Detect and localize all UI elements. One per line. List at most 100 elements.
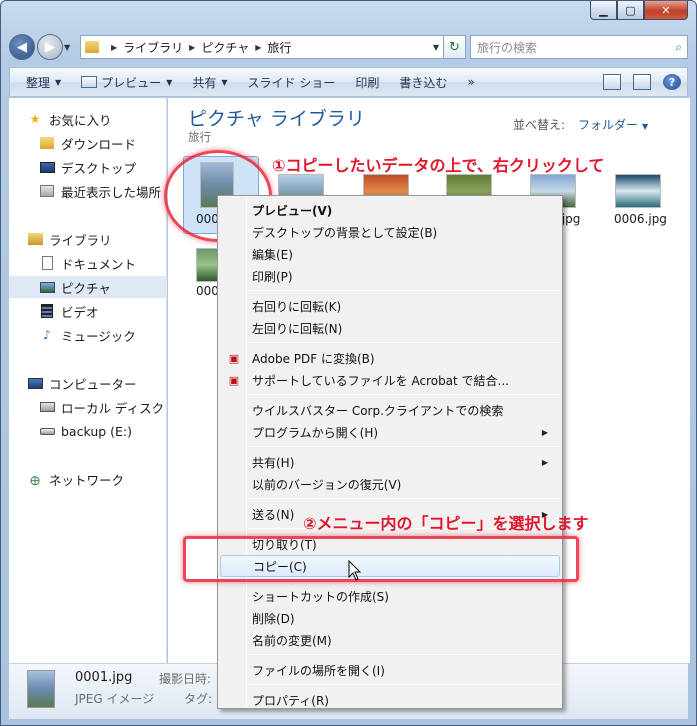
burn-button[interactable]: 書き込む xyxy=(389,68,457,96)
sidebar-item-pictures[interactable]: ピクチャ xyxy=(9,276,167,298)
maximize-button[interactable]: ▢ xyxy=(617,1,644,20)
menu-item-14[interactable]: 共有(H) ▶ xyxy=(220,451,560,473)
breadcrumb-travel[interactable]: 旅行 xyxy=(267,39,291,56)
slideshow-button[interactable]: スライド ショー xyxy=(238,68,346,96)
sidebar-item-libraries[interactable]: ライブラリ xyxy=(27,228,185,250)
caption-buttons: ▁ ▢ ✕ xyxy=(590,1,688,20)
breadcrumb: ▶ ライブラリ ▶ ピクチャ ▶ 旅行 xyxy=(105,39,291,56)
download-folder-icon xyxy=(39,136,55,150)
annotation-rectangle xyxy=(183,536,579,582)
close-button[interactable]: ✕ xyxy=(644,1,688,20)
photo-thumbnail[interactable] xyxy=(615,174,661,208)
command-bar: 整理 ▼ プレビュー ▼ 共有 ▼ スライド ショー 印刷 書き込む » ? xyxy=(9,67,688,97)
menu-item-label: 以前のバージョンの復元(V) xyxy=(252,477,402,492)
navigation-pane: ★ お気に入り ダウンロード デスクトップ 最近表示した場所 ライブラリ ドキュ… xyxy=(9,98,173,663)
arrange-by-label: 並べ替え: xyxy=(513,118,566,132)
recent-pages-dropdown[interactable]: ▼ xyxy=(64,43,76,52)
menu-item-2[interactable]: 編集(E) xyxy=(220,243,560,265)
arrange-by-dropdown[interactable]: フォルダー ▼ xyxy=(578,116,648,133)
more-commands-button[interactable]: » xyxy=(457,68,484,96)
menu-item-12[interactable]: プログラムから開く(H) ▶ xyxy=(220,421,560,443)
menu-item-label: プロパティ(R) xyxy=(252,693,329,708)
photo-filename: 0006.jpg xyxy=(614,212,667,226)
context-menu: プレビュー(V) デスクトップの背景として設定(B) 編集(E) 印刷(P) 右回りに回… xyxy=(217,195,563,709)
drive-icon xyxy=(39,424,55,438)
menu-item-label: プログラムから開く(H) xyxy=(252,425,379,440)
star-icon: ★ xyxy=(29,112,41,126)
search-input[interactable]: 旅行の検索 ⌕ xyxy=(470,35,688,59)
menu-item-5[interactable]: 右回りに回転(K) xyxy=(220,295,560,317)
library-title: ピクチャ ライブラリ xyxy=(188,108,365,130)
library-subtitle: 旅行 xyxy=(188,130,211,144)
desktop-icon xyxy=(39,160,55,174)
search-placeholder: 旅行の検索 xyxy=(477,40,538,55)
menu-item-8[interactable]: ▣ Adobe PDF に変換(B) xyxy=(220,347,560,369)
menu-item-label: Adobe PDF に変換(B) xyxy=(252,351,375,366)
submenu-arrow-icon: ▶ xyxy=(541,427,548,437)
annotation-step2: ②メニュー内の「コピー」を選択します xyxy=(303,514,589,533)
address-bar[interactable]: ▶ ライブラリ ▶ ピクチャ ▶ 旅行 ▼ xyxy=(80,35,444,59)
videos-icon xyxy=(39,304,55,318)
address-dropdown[interactable]: ▼ xyxy=(429,43,443,52)
menu-separator xyxy=(248,446,560,447)
documents-icon xyxy=(39,256,55,270)
preview-pane-icon[interactable] xyxy=(633,74,651,90)
menu-item-label: 名前の変更(M) xyxy=(252,633,332,648)
menu-item-label: ショートカットの作成(S) xyxy=(252,589,389,604)
menu-item-label: 右回りに回転(K) xyxy=(252,299,342,314)
pictures-icon xyxy=(39,280,55,294)
menu-item-label: プレビュー(V) xyxy=(252,203,333,218)
menu-item-24[interactable]: 名前の変更(M) xyxy=(220,629,560,651)
chevron-right-icon[interactable]: ▶ xyxy=(189,43,195,52)
menu-item-11[interactable]: ウイルスバスター Corp.クライアントでの検索 xyxy=(220,399,560,421)
menu-separator xyxy=(248,684,560,685)
menu-item-28[interactable]: プロパティ(R) xyxy=(220,689,560,711)
breadcrumb-pictures[interactable]: ピクチャ xyxy=(201,39,249,56)
minimize-button[interactable]: ▁ xyxy=(590,1,617,20)
chevron-right-icon[interactable]: ▶ xyxy=(111,43,117,52)
organize-button[interactable]: 整理 ▼ xyxy=(16,68,71,96)
refresh-button[interactable]: ↻ xyxy=(444,35,466,59)
forward-button[interactable]: ▶ xyxy=(37,34,63,60)
menu-item-3[interactable]: 印刷(P) xyxy=(220,265,560,287)
computer-icon xyxy=(27,376,43,390)
chevron-right-icon[interactable]: ▶ xyxy=(255,43,261,52)
menu-item-label: デスクトップの背景として設定(B) xyxy=(252,225,438,240)
menu-item-9[interactable]: ▣ サポートしているファイルを Acrobat で結合... xyxy=(220,369,560,391)
menu-item-22[interactable]: ショートカットの作成(S) xyxy=(220,585,560,607)
back-button[interactable]: ◀ xyxy=(9,34,35,60)
menu-item-26[interactable]: ファイルの場所を開く(I) xyxy=(220,659,560,681)
menu-item-label: 印刷(P) xyxy=(252,269,293,284)
menu-item-label: 左回りに回転(N) xyxy=(252,321,343,336)
navigation-bar: ◀ ▶ ▼ ▶ ライブラリ ▶ ピクチャ ▶ 旅行 ▼ ↻ 旅行の検索 ⌕ xyxy=(9,33,688,61)
menu-item-0[interactable]: プレビュー(V) xyxy=(220,199,560,221)
print-button[interactable]: 印刷 xyxy=(345,68,389,96)
preview-icon xyxy=(81,76,98,88)
preview-button[interactable]: プレビュー ▼ xyxy=(71,68,182,96)
library-icon xyxy=(27,232,43,246)
menu-separator xyxy=(248,394,560,395)
menu-item-label: 削除(D) xyxy=(252,611,295,626)
menu-item-label: ファイルの場所を開く(I) xyxy=(252,663,385,678)
menu-item-23[interactable]: 削除(D) xyxy=(220,607,560,629)
acrobat-combine-icon: ▣ xyxy=(228,373,240,387)
sidebar-item-favorites[interactable]: ★ お気に入り xyxy=(27,108,185,130)
music-icon: ♪ xyxy=(43,328,51,342)
menu-separator xyxy=(248,498,560,499)
menu-item-1[interactable]: デスクトップの背景として設定(B) xyxy=(220,221,560,243)
sidebar-item-network[interactable]: 🜨 ネットワーク xyxy=(27,468,185,490)
help-icon[interactable]: ? xyxy=(663,74,681,90)
menu-item-15[interactable]: 以前のバージョンの復元(V) xyxy=(220,473,560,495)
view-options-icon[interactable] xyxy=(603,74,621,90)
sidebar-item-computer[interactable]: コンピューター xyxy=(27,372,185,394)
share-button[interactable]: 共有 ▼ xyxy=(182,68,237,96)
search-icon[interactable]: ⌕ xyxy=(675,40,682,55)
network-icon: 🜨 xyxy=(29,473,41,488)
menu-item-label: 編集(E) xyxy=(252,247,293,262)
breadcrumb-libraries[interactable]: ライブラリ xyxy=(123,39,183,56)
menu-separator xyxy=(248,342,560,343)
menu-separator xyxy=(248,654,560,655)
file-type: JPEG イメージ xyxy=(75,692,155,706)
recent-places-icon xyxy=(39,184,55,198)
menu-item-6[interactable]: 左回りに回転(N) xyxy=(220,317,560,339)
